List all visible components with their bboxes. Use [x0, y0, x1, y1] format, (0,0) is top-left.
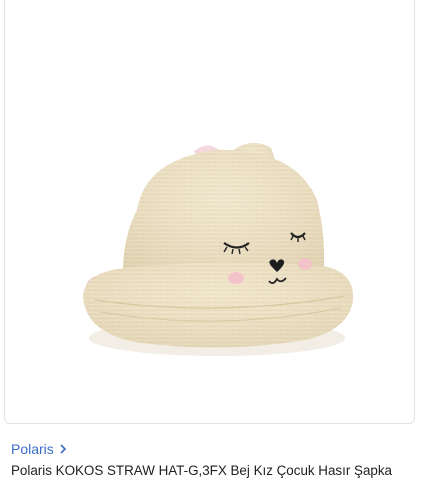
brand-link-row[interactable]: Polaris	[11, 440, 68, 458]
chevron-right-icon[interactable]	[58, 442, 68, 456]
product-image-card[interactable]	[4, 0, 415, 424]
product-page: Polaris Polaris KOKOS STRAW HAT-G,3FX Be…	[0, 0, 421, 490]
product-image[interactable]	[5, 0, 415, 424]
product-title: Polaris KOKOS STRAW HAT-G,3FX Bej Kız Ço…	[11, 463, 392, 478]
brand-link[interactable]: Polaris	[11, 440, 54, 458]
